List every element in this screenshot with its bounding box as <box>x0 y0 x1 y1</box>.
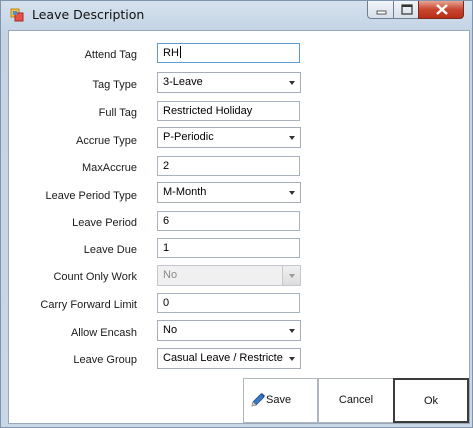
max-accrue-label: MaxAccrue <box>81 162 137 174</box>
leave-period-type-label: Leave Period Type <box>45 190 137 202</box>
full-tag-label: Full Tag <box>98 107 137 119</box>
leave-period-input[interactable]: 6 <box>157 211 300 231</box>
pencil-icon <box>251 393 265 407</box>
tag-type-label: Tag Type <box>92 79 137 91</box>
save-label: Save <box>266 394 292 406</box>
form-panel: Attend Tag RH Tag Type 3-Leave Full Tag … <box>8 30 470 424</box>
tag-type-select[interactable]: 3-Leave <box>157 72 301 93</box>
leave-due-label: Leave Due <box>83 244 137 256</box>
leave-group-select[interactable]: Casual Leave / Restricte <box>157 348 301 369</box>
cancel-label: Cancel <box>338 394 374 406</box>
title-bar[interactable]: Leave Description <box>1 1 472 29</box>
accrue-type-select[interactable]: P-Periodic <box>157 127 301 148</box>
minimize-button[interactable] <box>367 1 394 19</box>
leave-period-type-value: M-Month <box>163 186 207 198</box>
allow-encash-label: Allow Encash <box>70 327 137 339</box>
chevron-down-icon[interactable] <box>283 128 300 147</box>
carry-forward-limit-input[interactable]: 0 <box>157 293 300 313</box>
accrue-type-value: P-Periodic <box>163 131 214 143</box>
ok-label: Ok <box>423 395 439 407</box>
carry-forward-limit-label: Carry Forward Limit <box>40 299 137 311</box>
minimize-icon <box>376 10 387 15</box>
app-form-icon <box>10 8 24 22</box>
window-title: Leave Description <box>32 7 145 22</box>
count-only-work-select: No <box>157 265 301 286</box>
allow-encash-value: No <box>163 324 178 336</box>
chevron-down-icon[interactable] <box>283 321 300 340</box>
attend-tag-label: Attend Tag <box>84 49 137 61</box>
attend-tag-input[interactable]: RH <box>157 43 300 63</box>
save-button[interactable]: Save <box>243 378 318 423</box>
count-only-work-label: Count Only Work <box>53 271 137 283</box>
chevron-down-icon[interactable] <box>283 183 300 202</box>
full-tag-input[interactable]: Restricted Holiday <box>157 101 300 121</box>
text-caret <box>179 46 181 58</box>
leave-group-label: Leave Group <box>73 354 137 366</box>
leave-period-type-select[interactable]: M-Month <box>157 182 301 203</box>
leave-period-label: Leave Period <box>72 217 137 229</box>
max-accrue-input[interactable]: 2 <box>157 156 300 176</box>
cancel-button[interactable]: Cancel <box>318 378 394 423</box>
count-only-work-value: No <box>163 269 178 281</box>
attend-tag-value: RH <box>163 47 179 59</box>
leave-group-value: Casual Leave / Restricte <box>163 352 283 364</box>
leave-due-input[interactable]: 1 <box>157 238 300 258</box>
allow-encash-select[interactable]: No <box>157 320 301 341</box>
close-button[interactable] <box>418 1 464 19</box>
leave-description-window: Leave Description Attend Tag RH Tag Type… <box>0 0 473 428</box>
close-icon <box>436 4 448 15</box>
chevron-down-icon[interactable] <box>283 73 300 92</box>
accrue-type-label: Accrue Type <box>76 135 137 147</box>
maximize-icon <box>401 4 413 15</box>
tag-type-value: 3-Leave <box>163 76 203 88</box>
maximize-button[interactable] <box>393 1 419 19</box>
chevron-down-icon[interactable] <box>283 349 300 368</box>
chevron-down-icon <box>282 266 300 285</box>
ok-button[interactable]: Ok <box>393 378 469 423</box>
